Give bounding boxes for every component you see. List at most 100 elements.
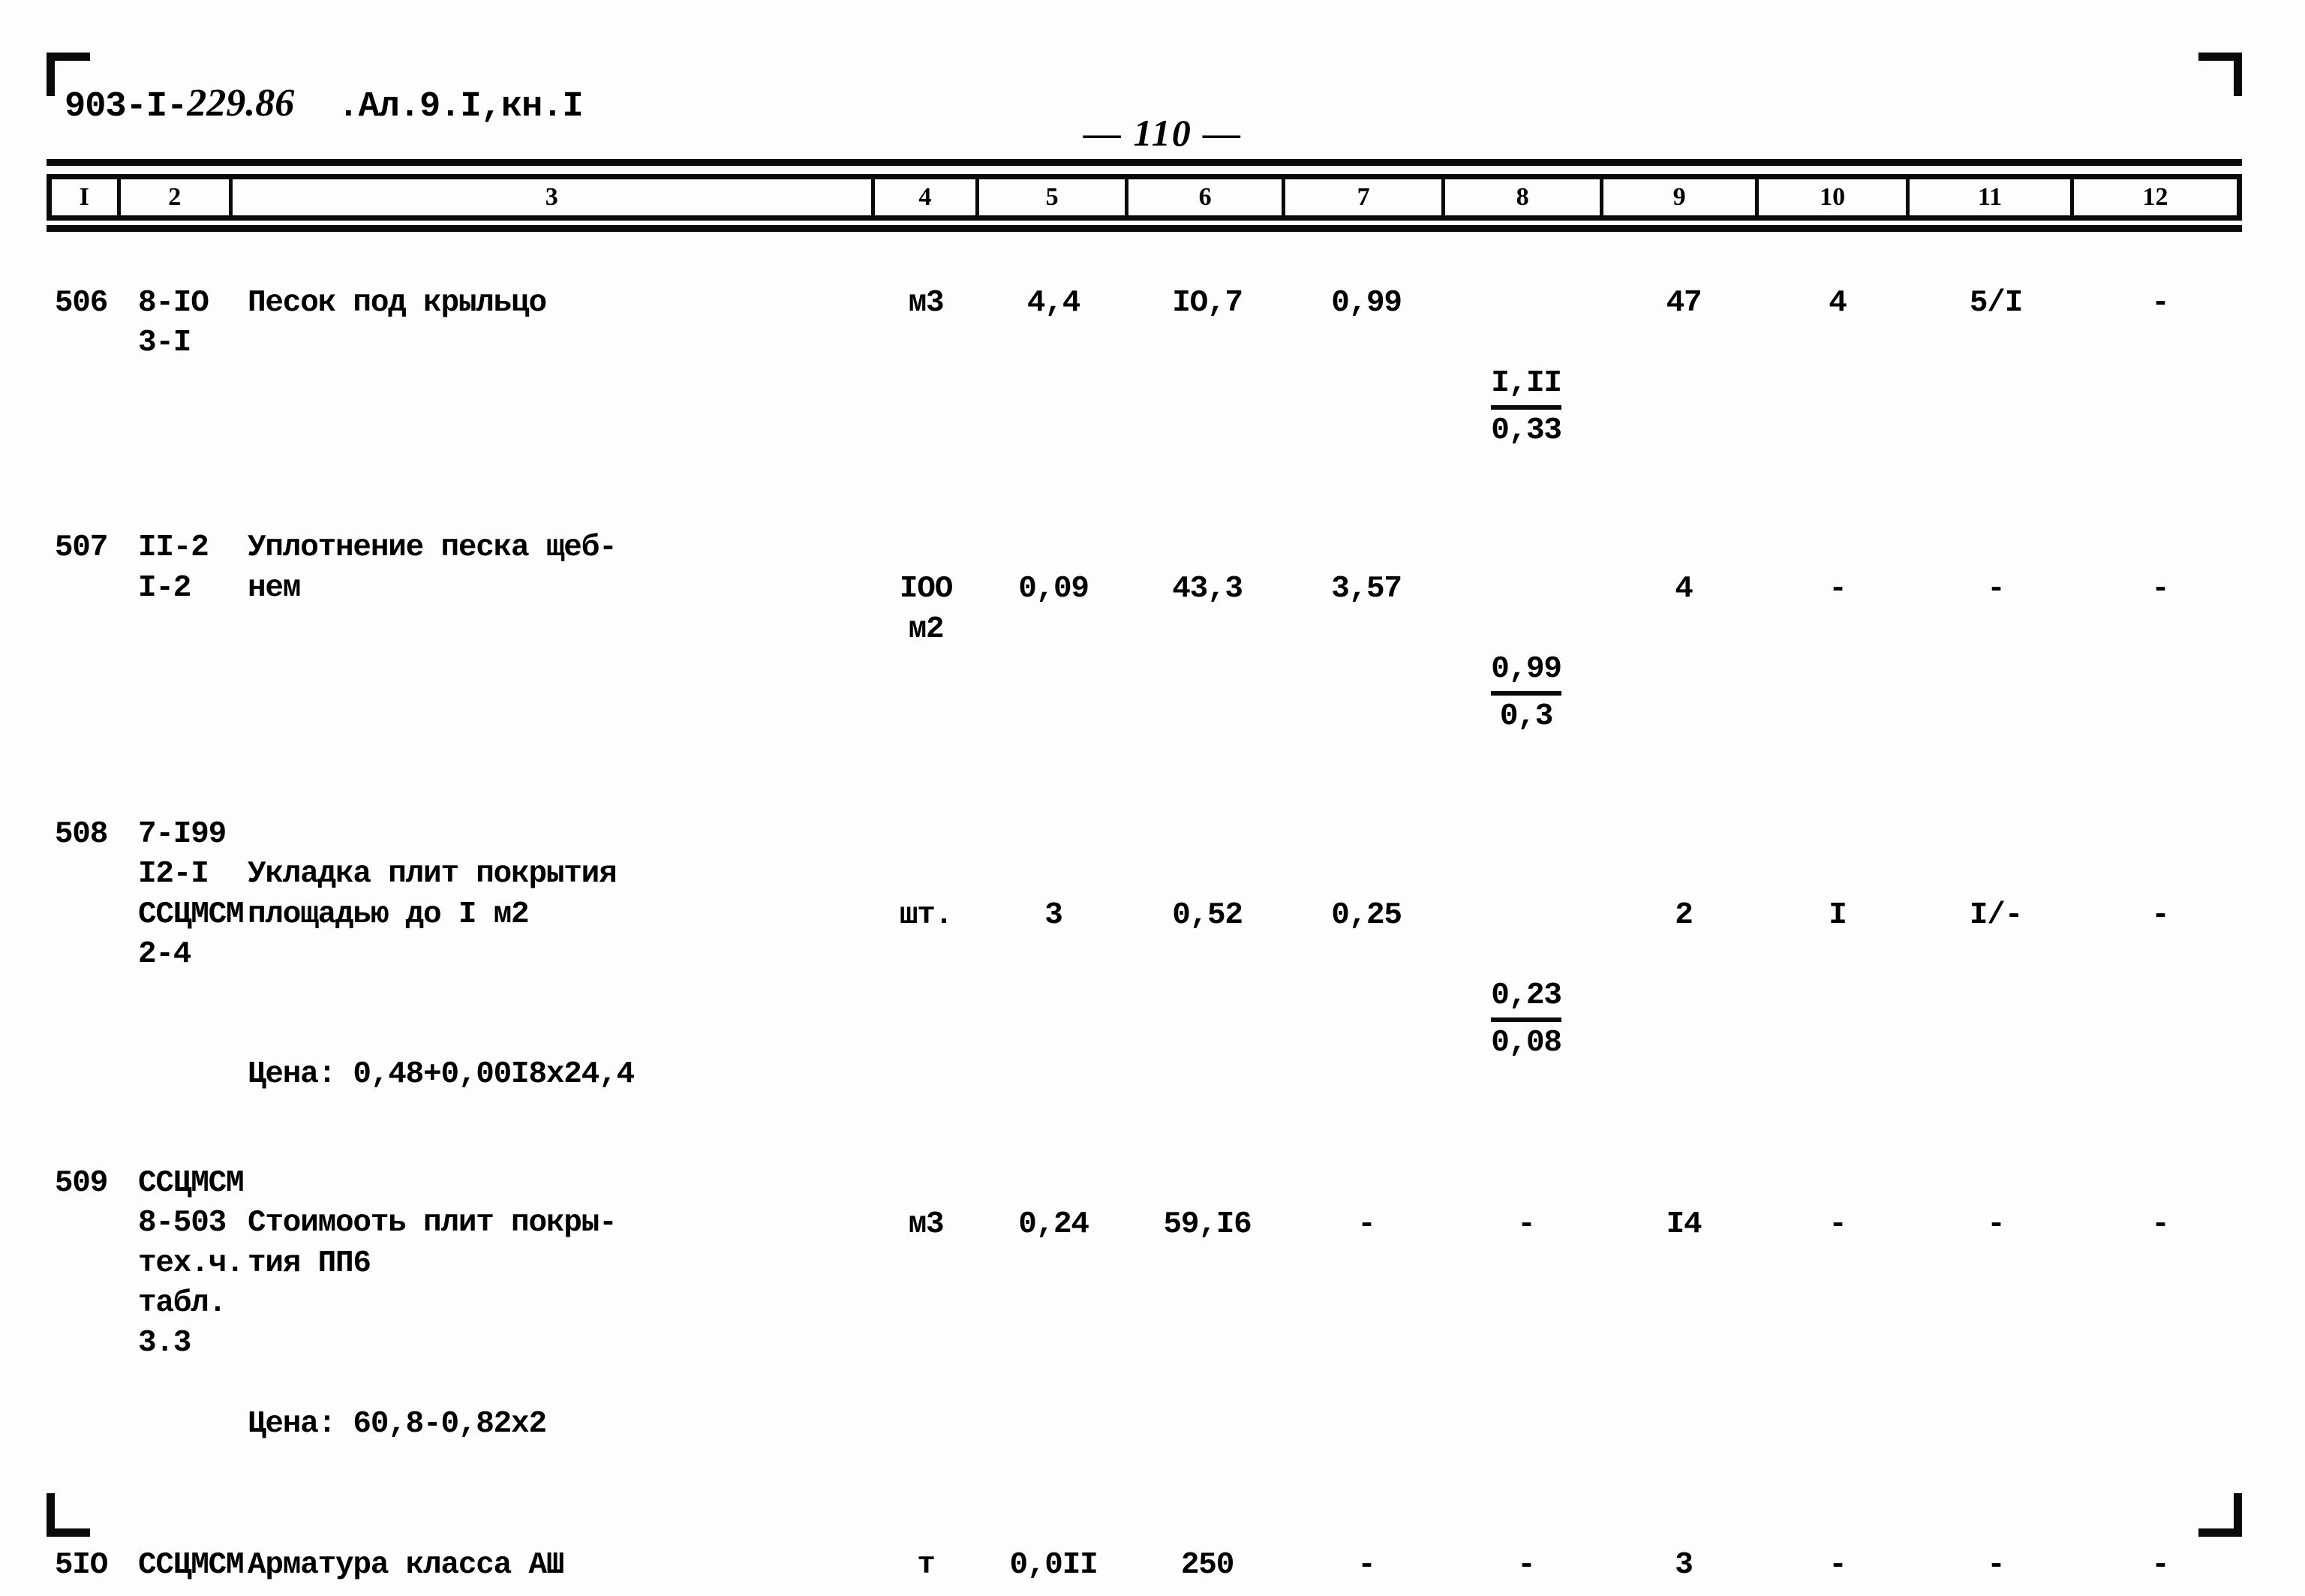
- row-position-number: 509: [54, 1166, 108, 1201]
- column-header-11: 11: [1910, 179, 2075, 215]
- row-value-11: -: [1987, 1207, 2006, 1243]
- row-value-11: I/-: [1969, 897, 2023, 933]
- table-column-header-row: I 2 3 4 5 6 7 8 9 10 11 12: [47, 174, 2242, 221]
- description-spacer: [248, 1324, 873, 1364]
- row-unit: м3: [908, 286, 945, 320]
- row-value-8-fraction: 0,99 0,3: [1447, 528, 1606, 777]
- row-position-number: 5IO: [54, 1548, 108, 1583]
- row-value-12: -: [2151, 572, 2170, 607]
- document-code-prefix: 903-I-: [65, 87, 188, 127]
- description-spacer: [248, 975, 873, 1015]
- document-code-handwritten: 229.86: [187, 82, 295, 125]
- column-header-4: 4: [875, 179, 980, 215]
- row-value-6: IO,7: [1172, 286, 1243, 320]
- row-value-8-fraction: I,II 0,33: [1447, 284, 1606, 491]
- row-position-number: 506: [54, 286, 108, 320]
- column-header-3: 3: [233, 179, 875, 215]
- row-value-8-denominator: 0,33: [1491, 404, 1562, 451]
- row-price-formula: Цена: 0,48+0,00I8х24,4: [248, 1057, 635, 1093]
- row-value-6: 59,I6: [1163, 1207, 1252, 1243]
- row-value-10: -: [1829, 572, 1847, 607]
- table-bottom-rule: [47, 225, 2242, 232]
- row-value-9: 4: [1675, 572, 1693, 607]
- row-value-5: 0,09: [1018, 572, 1089, 607]
- row-value-12: -: [2151, 286, 2170, 320]
- row-position-number: 507: [54, 530, 108, 566]
- row-description: Укладка плит покрытия площадью до I м2: [248, 857, 618, 932]
- row-value-7: 3,57: [1331, 572, 1402, 607]
- column-header-8: 8: [1445, 179, 1604, 215]
- row-description: Стоимооть плит покры- тия ПП6: [248, 1206, 618, 1281]
- document-code: 903-I-229.86 .Ал.9.I,кн.I: [65, 81, 584, 127]
- row-unit: т: [917, 1548, 936, 1583]
- column-header-6: 6: [1128, 179, 1286, 215]
- row-value-8: -: [1517, 1548, 1536, 1583]
- row-value-7: 0,99: [1331, 286, 1402, 320]
- table-body: 506 8-IO 3-I Песок под крыльцо м3 4,4 IO…: [47, 248, 2242, 1596]
- row-value-11: 5/I: [1969, 286, 2023, 320]
- row-description: Уплотнение песка щеб- нем: [248, 530, 618, 606]
- table-row: 508 7-I99 I2-I ССЦМСМ 2-4 Укладка плит п…: [47, 815, 2242, 1135]
- row-value-8-fraction: 0,23 0,08: [1447, 815, 1606, 1103]
- column-header-10: 10: [1759, 179, 1910, 215]
- row-value-12: -: [2151, 897, 2170, 933]
- row-value-5: 3: [1044, 897, 1063, 933]
- column-header-9: 9: [1603, 179, 1760, 215]
- column-header-5: 5: [979, 179, 1129, 215]
- row-value-8-numerator: 0,23: [1491, 978, 1562, 1013]
- row-position-number: 508: [54, 816, 108, 852]
- row-value-10: 4: [1829, 286, 1847, 320]
- column-header-1: I: [52, 179, 121, 215]
- row-value-9: 3: [1675, 1548, 1693, 1583]
- row-value-6: 250: [1180, 1548, 1234, 1583]
- row-value-10: -: [1829, 1207, 1847, 1243]
- row-value-10: -: [1829, 1548, 1847, 1583]
- row-value-9: 47: [1666, 286, 1702, 320]
- row-description-block: Укладка плит покрытия площадью до I м2 Ц…: [228, 815, 873, 1135]
- row-unit: IOO м2: [899, 572, 953, 647]
- row-value-5: 4,4: [1026, 286, 1080, 320]
- crop-mark-top-right: [2198, 53, 2242, 96]
- scanned-document-page: 903-I-229.86 .Ал.9.I,кн.I — 110 — I 2 3 4…: [0, 0, 2305, 1596]
- row-value-9: I4: [1666, 1207, 1702, 1243]
- row-unit: шт.: [899, 897, 953, 933]
- row-value-12: -: [2151, 1207, 2170, 1243]
- row-value-8-denominator: 0,08: [1491, 1017, 1562, 1063]
- row-value-8-denominator: 0,3: [1491, 691, 1561, 737]
- row-value-5: 0,24: [1018, 1207, 1089, 1243]
- row-description: Арматура класса АШ: [248, 1548, 564, 1583]
- row-norm-code: II-2 I-2: [138, 530, 209, 606]
- table-row: 509 ССЦМСМ 8-503 тех.ч. табл. 3.3 Стоимо…: [47, 1164, 2242, 1484]
- page-number: — 110 —: [1083, 112, 1243, 154]
- column-header-12: 12: [2142, 183, 2168, 211]
- row-price-formula: Цена: 60,8-0,82х2: [248, 1406, 547, 1441]
- album-reference: .Ал.9.I,кн.I: [338, 87, 583, 127]
- row-value-6: 0,52: [1172, 897, 1243, 933]
- column-header-7: 7: [1285, 179, 1446, 215]
- row-value-7: 0,25: [1331, 897, 1402, 933]
- row-norm-code: 7-I99 I2-I ССЦМСМ 2-4: [138, 816, 245, 972]
- row-value-8-numerator: 0,99: [1491, 652, 1562, 687]
- row-value-8: -: [1517, 1207, 1536, 1243]
- row-description-block: Стоимооть плит покры- тия ПП6 Цена: 60,8…: [228, 1164, 873, 1484]
- row-description: Песок под крыльцо: [248, 286, 547, 320]
- row-value-7: -: [1357, 1207, 1376, 1243]
- row-value-8-numerator: I,II: [1491, 365, 1562, 401]
- table-row: 507 II-2 I-2 Уплотнение песка щеб- нем I…: [47, 528, 2242, 777]
- row-value-9: 2: [1675, 897, 1693, 933]
- table-row: 506 8-IO 3-I Песок под крыльцо м3 4,4 IO…: [47, 284, 2242, 491]
- row-norm-code: 8-IO 3-I: [138, 286, 209, 361]
- row-value-7: -: [1357, 1548, 1376, 1583]
- table-row: 5IO ССЦМСМ тех.ч. 3.I п.3 Арматура класс…: [47, 1546, 2242, 1596]
- column-header-2: 2: [121, 179, 233, 215]
- row-value-10: I: [1829, 897, 1847, 933]
- table-top-rule: [47, 159, 2242, 166]
- row-value-11: -: [1987, 572, 2006, 607]
- row-value-6: 43,3: [1172, 572, 1243, 607]
- row-norm-code: ССЦМСМ тех.ч. 3.I п.3: [138, 1548, 245, 1596]
- row-value-11: -: [1987, 1548, 2006, 1583]
- row-unit: м3: [908, 1207, 945, 1243]
- row-norm-code: ССЦМСМ 8-503 тех.ч. табл. 3.3: [138, 1166, 245, 1361]
- row-value-12: -: [2151, 1548, 2170, 1583]
- row-value-5: 0,0II: [1009, 1548, 1098, 1583]
